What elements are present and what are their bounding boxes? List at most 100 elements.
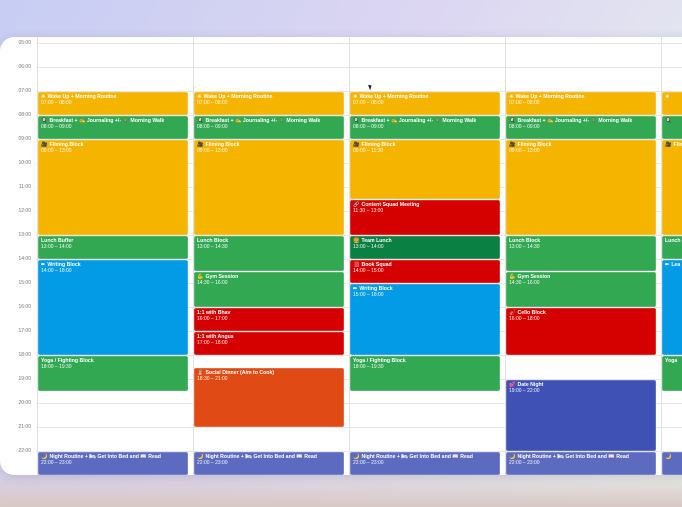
event-time: 13:00 – 14:00 (353, 243, 384, 250)
calendar-event[interactable]: 🎥 Filming Block 09:00 – 11:30 (350, 139, 500, 199)
event-emoji-icon: 🎥 (509, 141, 516, 148)
calendar-event[interactable]: 🎥 Film (662, 139, 682, 235)
event-title: Filming Block (517, 141, 552, 148)
calendar-event[interactable]: Lunch Block 13:00 – 14:30 (194, 235, 344, 271)
time-label: 14:00 (18, 256, 31, 262)
calendar-event[interactable]: 1:1 with Angus 17:00 – 18:00 (194, 331, 344, 355)
calendar-event[interactable]: ☀ Wake Up + Morning Routine 07:00 – 08:00 (506, 91, 656, 115)
event-emoji-icon: 🌙 (509, 453, 516, 460)
event-time: 07:00 – 08:00 (41, 99, 72, 106)
calendar-event[interactable]: 🍳 (662, 115, 682, 139)
event-time: 09:00 – 11:30 (353, 147, 384, 154)
calendar-event[interactable]: 🍳 Breakfast + ✍ Journaling +/- 🚶 Morning … (194, 115, 344, 139)
calendar-event[interactable]: 🎻 Cello Block 16:00 – 18:00 (506, 307, 656, 355)
calendar-event[interactable]: Yoga (662, 355, 682, 391)
calendar-event[interactable]: 📕 Book Squad 14:00 – 15:00 (350, 259, 500, 283)
event-title: Wake Up + Morning Routine (203, 93, 273, 100)
calendar-event[interactable]: Yoga / Fighting Block 18:00 – 19:30 (350, 355, 500, 391)
calendar-event[interactable]: 💪 Gym Session 14:30 – 16:00 (506, 271, 656, 307)
event-time: 09:00 – 13:00 (197, 147, 228, 154)
event-title: Lunch (665, 237, 681, 244)
event-emoji-icon: 💪 (197, 273, 204, 280)
event-title: Gym Session (517, 273, 551, 280)
calendar-event[interactable]: Yoga / Fighting Block 18:00 – 19:30 (38, 355, 188, 391)
time-label: 09:00 (18, 136, 31, 142)
event-emoji-icon: 🎥 (197, 141, 204, 148)
time-label: 16:00 (18, 304, 31, 310)
calendar-event[interactable]: Lunch Block 13:00 – 14:30 (506, 235, 656, 271)
event-title-row: 🌙 (665, 454, 682, 460)
event-time: 13:00 – 14:30 (197, 243, 228, 250)
calendar-event[interactable]: 🍳 Breakfast + ✍ Journaling +/- 🚶 Morning … (38, 115, 188, 139)
calendar-event[interactable]: 🌙 (662, 451, 682, 475)
event-title: Yoga / Fighting Block (353, 357, 406, 364)
calendar-event[interactable]: 🎥 Filming Block 09:00 – 13:00 (38, 139, 188, 235)
calendar-event[interactable]: ✏ Lea (662, 259, 682, 355)
calendar-event[interactable]: 🌙 Night Routine + 🛏 Get Into Bed and 📖 Re… (506, 451, 656, 475)
calendar-event[interactable]: 🌙 Night Routine + 🛏 Get Into Bed and 📖 Re… (38, 451, 188, 475)
event-title: Writing Block (359, 285, 393, 292)
event-title: Night Routine + 🛏 Get Into Bed and 📖 Rea… (205, 453, 317, 460)
time-label: 05:00 (18, 40, 31, 46)
event-title: Wake Up + Morning Routine (47, 93, 117, 100)
event-time: 07:00 – 08:00 (353, 99, 384, 106)
event-emoji-icon: ☀ (509, 93, 514, 100)
calendar-event[interactable]: 💕 Date Night 19:00 – 22:00 (506, 379, 656, 451)
event-title: Breakfast + ✍ Journaling +/- 🚶 Morning W… (205, 117, 321, 124)
event-title: Breakfast + ✍ Journaling +/- 🚶 Morning W… (49, 117, 165, 124)
calendar-event[interactable]: 🍔 Team Lunch 13:00 – 14:00 (350, 235, 500, 259)
calendar-event[interactable]: 🎥 Filming Block 09:00 – 13:00 (506, 139, 656, 235)
event-time: 15:00 – 18:00 (353, 291, 384, 298)
calendar-event[interactable]: 🎥 Filming Block 09:00 – 13:00 (194, 139, 344, 235)
calendar-event[interactable]: ☀ (662, 91, 682, 115)
event-emoji-icon: 🍳 (41, 117, 48, 124)
event-title: Breakfast + ✍ Journaling +/- 🚶 Morning W… (517, 117, 633, 124)
event-title: Filming Block (205, 141, 240, 148)
event-time: 22:00 – 23:00 (41, 459, 72, 466)
calendar-event[interactable]: ✏ Writing Block 14:00 – 18:00 (38, 259, 188, 355)
calendar-event[interactable]: 🔗 Content Squad Meeting 11:30 – 13:00 (350, 199, 500, 235)
event-title: Team Lunch (361, 237, 392, 244)
time-label: 12:00 (18, 208, 31, 214)
calendar-event[interactable]: Lunch (662, 235, 682, 259)
event-emoji-icon: 🍳 (353, 117, 360, 124)
event-emoji-icon: 🍳 (509, 117, 516, 124)
event-time: 18:30 – 21:00 (197, 375, 228, 382)
calendar-event[interactable]: 🌙 Night Routine + 🛏 Get Into Bed and 📖 Re… (350, 451, 500, 475)
calendar-event[interactable]: ✏ Writing Block 15:00 – 18:00 (350, 283, 500, 355)
calendar-event[interactable]: 🍳 Breakfast + ✍ Journaling +/- 🚶 Morning … (506, 115, 656, 139)
event-time: 14:00 – 15:00 (353, 267, 384, 274)
event-title: Content Squad Meeting (361, 201, 420, 208)
calendar-event[interactable]: 1:1 with Bhav 16:00 – 17:00 (194, 307, 344, 331)
hour-gridline (36, 67, 682, 68)
event-title: Wake Up + Morning Routine (359, 93, 429, 100)
event-emoji-icon: 🌙 (353, 453, 360, 460)
calendar-event[interactable]: 🍳 Breakfast + ✍ Journaling +/- 🚶 Morning … (350, 115, 500, 139)
calendar-event[interactable]: ⏳ Social Dinner (Aim to Cook) 18:30 – 21:0… (194, 367, 344, 427)
calendar-event[interactable]: 💪 Gym Session 14:30 – 16:00 (194, 271, 344, 307)
calendar-event[interactable]: ☀ Wake Up + Morning Routine 07:00 – 08:00 (350, 91, 500, 115)
event-time: 07:00 – 08:00 (197, 99, 228, 106)
calendar-event[interactable]: 🌙 Night Routine + 🛏 Get Into Bed and 📖 Re… (194, 451, 344, 475)
calendar-event[interactable]: ☀ Wake Up + Morning Routine 07:00 – 08:00 (38, 91, 188, 115)
time-label: 17:00 (18, 328, 31, 334)
event-emoji-icon: ✏ (41, 261, 46, 268)
event-title: Date Night (517, 381, 544, 388)
event-time: 19:00 – 22:00 (509, 387, 540, 394)
calendar-event[interactable]: ☀ Wake Up + Morning Routine 07:00 – 08:00 (194, 91, 344, 115)
time-gutter: 05:00 06:00 07:00 08:00 09:00 10:00 11:00 12:00… (0, 37, 36, 475)
event-time: 18:00 – 19:30 (353, 363, 384, 370)
event-emoji-icon: 🎥 (665, 141, 672, 148)
calendar-event[interactable]: Lunch Buffer 13:00 – 14:00 (38, 235, 188, 259)
time-label: 20:00 (18, 400, 31, 406)
event-title: Night Routine + 🛏 Get Into Bed and 📖 Rea… (49, 453, 161, 460)
event-title: Lea (671, 261, 681, 268)
event-emoji-icon: ✏ (665, 261, 670, 268)
event-emoji-icon: 🔗 (353, 201, 360, 208)
event-emoji-icon: ✏ (353, 285, 358, 292)
event-time: 08:00 – 09:00 (353, 123, 384, 130)
event-time: 18:00 – 19:30 (41, 363, 72, 370)
event-time: 16:00 – 17:00 (197, 315, 228, 322)
event-emoji-icon: 🍔 (353, 237, 360, 244)
event-time: 14:30 – 16:00 (509, 279, 540, 286)
